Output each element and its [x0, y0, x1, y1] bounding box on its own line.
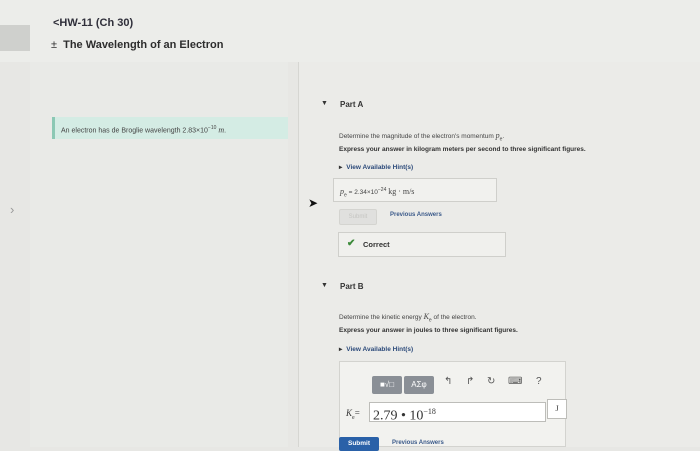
part-a-previous-answers-link[interactable]: Previous Answers [390, 212, 442, 218]
part-b-prompt: Determine the kinetic energy Ke of the e… [339, 312, 477, 324]
top-bar [0, 0, 700, 62]
chevron-right-icon[interactable]: › [10, 202, 14, 217]
problem-statement: An electron has de Broglie wavelength 2.… [52, 117, 288, 139]
caret-right-icon: ▸ [339, 346, 343, 353]
part-b-answer-editor: ■√□ ΑΣφ ↰ ↱ ↻ ⌨ ? Ke= 2.79 • 10−18 [339, 361, 566, 447]
mouse-cursor-icon: ➤ [308, 196, 319, 210]
part-a-hints-link[interactable]: ▸ View Available Hint(s) [339, 163, 413, 171]
symbols-button[interactable]: ΑΣφ [404, 376, 434, 394]
part-b-collapse-icon[interactable]: ▼ [321, 282, 328, 289]
help-icon[interactable]: ? [536, 376, 542, 387]
part-b-submit-button[interactable]: Submit [339, 437, 379, 451]
part-a-answer: pe = 2.34×10−24 kg · m/s [333, 178, 497, 202]
redo-icon[interactable]: ↱ [466, 376, 474, 387]
part-a-prompt: Determine the magnitude of the electron'… [339, 131, 505, 143]
caret-right-icon: ▸ [339, 164, 343, 171]
part-a-submit-button[interactable]: Submit [339, 209, 377, 225]
part-a-feedback: ✔ Correct [338, 232, 506, 257]
answer-variable-label: Ke= [346, 408, 360, 421]
part-b-instruction: Express your answer in joules to three s… [339, 327, 518, 334]
undo-icon[interactable]: ↰ [444, 376, 452, 387]
part-a-instruction: Express your answer in kilogram meters p… [339, 146, 586, 153]
part-a-title[interactable]: Part A [340, 100, 363, 109]
reset-icon[interactable]: ↻ [487, 376, 495, 387]
back-to-assignment-link[interactable]: <HW-11 (Ch 30) [53, 17, 133, 29]
keyboard-icon[interactable]: ⌨ [508, 376, 522, 387]
part-b-previous-answers-link[interactable]: Previous Answers [392, 440, 444, 446]
page-title-text: The Wavelength of an Electron [63, 39, 224, 51]
template-icon[interactable]: ■√□ [372, 376, 402, 394]
part-b-title[interactable]: Part B [340, 282, 364, 291]
answer-unit-input[interactable]: J [547, 399, 567, 419]
page-title: ± The Wavelength of an Electron [51, 39, 223, 51]
collapse-toggle-icon[interactable]: ± [51, 39, 57, 51]
check-icon: ✔ [347, 238, 356, 249]
part-b-hints-link[interactable]: ▸ View Available Hint(s) [339, 345, 413, 353]
left-nav-strip[interactable] [0, 25, 30, 51]
feedback-status: Correct [363, 240, 390, 249]
answer-value-input[interactable]: 2.79 • 10−18 [369, 402, 546, 424]
part-a-collapse-icon[interactable]: ▼ [321, 100, 328, 107]
